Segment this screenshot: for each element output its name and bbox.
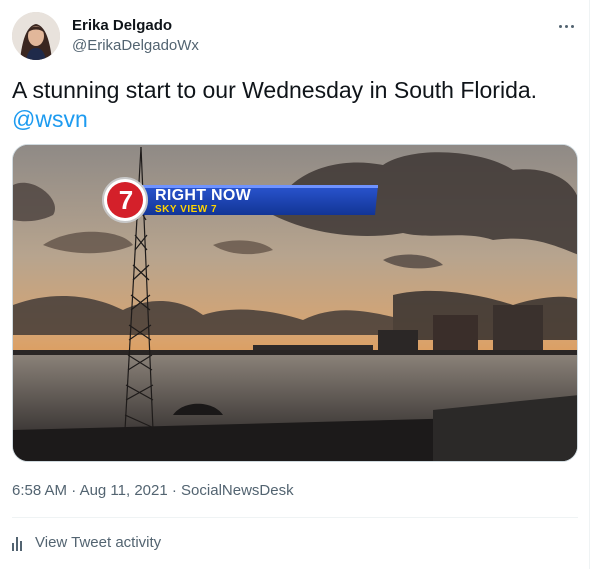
overlay-subtitle: SKY VIEW 7 [155, 204, 218, 215]
tweet-time[interactable]: 6:58 AM [12, 482, 67, 499]
divider [12, 517, 578, 518]
tweet-meta: 6:58 AM · Aug 11, 2021 · SocialNewsDesk [12, 481, 294, 501]
tweet-date[interactable]: Aug 11, 2021 [80, 482, 168, 499]
view-activity-label: View Tweet activity [35, 534, 162, 551]
mention-link[interactable]: @wsvn [12, 105, 578, 134]
tweet-header: Erika Delgado @ErikaDelgadoWx [12, 12, 578, 62]
overlay-title: RIGHT NOW [155, 187, 252, 204]
meta-separator: · [171, 482, 182, 499]
author-info: Erika Delgado @ErikaDelgadoWx [72, 16, 199, 56]
author-handle[interactable]: @ErikaDelgadoWx [72, 36, 199, 56]
more-dot-icon [558, 24, 562, 28]
tweet-body: A stunning start to our Wednesday in Sou… [12, 77, 538, 103]
meta-separator: · [71, 482, 80, 499]
more-options-button[interactable] [554, 16, 578, 36]
view-activity-link[interactable]: View Tweet activity [12, 533, 161, 553]
tweet-text: A stunning start to our Wednesday in Sou… [12, 76, 578, 134]
more-dot-icon [570, 24, 574, 28]
logo-seven: 7 [118, 185, 134, 215]
author-display-name[interactable]: Erika Delgado [72, 16, 199, 36]
avatar[interactable] [12, 12, 60, 60]
tweet-media[interactable]: 7 RIGHT NOW SKY VIEW 7 [12, 144, 578, 462]
more-dot-icon [564, 24, 568, 28]
media-image [13, 145, 577, 461]
tweet-source[interactable]: SocialNewsDesk [181, 482, 294, 499]
bar-chart-icon [12, 535, 28, 551]
tweet-card: Erika Delgado @ErikaDelgadoWx A stunning… [0, 0, 590, 569]
